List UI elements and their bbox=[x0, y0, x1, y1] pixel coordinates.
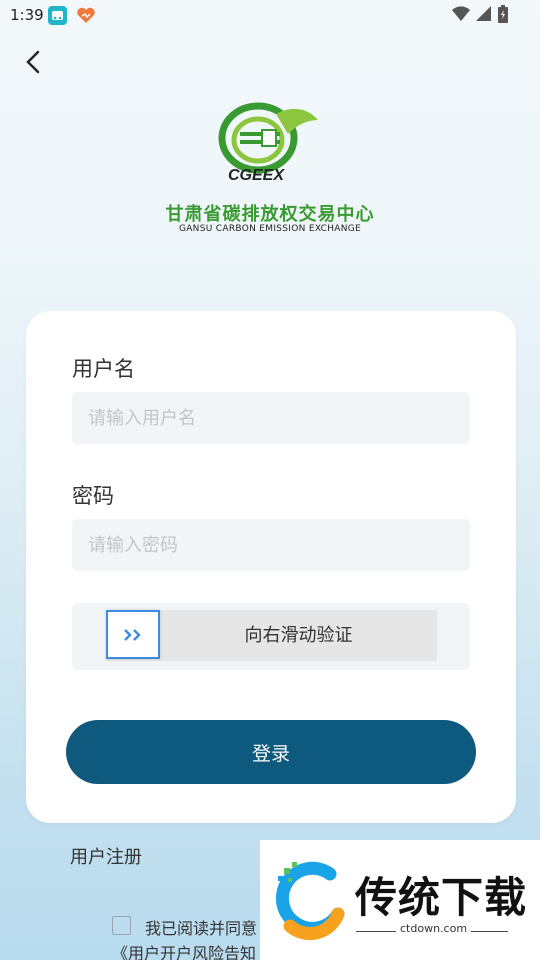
brand-name-cn: 甘肃省碳排放权交易中心 bbox=[165, 204, 375, 225]
logo-text: CGEEX bbox=[228, 167, 285, 184]
slider-track[interactable]: 向右滑动验证 bbox=[106, 610, 437, 661]
username-input[interactable] bbox=[72, 392, 470, 444]
watermark-title: 传统下载 bbox=[355, 873, 528, 922]
slider-verification: 向右滑动验证 bbox=[72, 603, 470, 670]
double-chevron-right-icon bbox=[124, 628, 141, 641]
notification-heart-icon bbox=[76, 7, 96, 24]
back-button[interactable] bbox=[20, 46, 48, 78]
status-indicators bbox=[452, 5, 508, 23]
signal-icon bbox=[476, 6, 491, 21]
slider-handle[interactable] bbox=[106, 610, 160, 659]
username-label: 用户名 bbox=[72, 357, 135, 381]
watermark-overlay: 传统下载 ctdown.com bbox=[260, 840, 540, 960]
chevron-left-icon bbox=[26, 50, 40, 74]
password-label: 密码 bbox=[72, 484, 114, 508]
password-input[interactable] bbox=[72, 519, 470, 571]
agreement-text: 我已阅读并同意 bbox=[145, 919, 258, 938]
cgeex-logo: CGEEX bbox=[210, 98, 330, 188]
notification-app-icon bbox=[48, 6, 67, 25]
status-bar: 1:39 bbox=[0, 0, 540, 32]
slider-text: 向右滑动验证 bbox=[244, 625, 353, 646]
watermark-url: ctdown.com bbox=[396, 922, 472, 935]
wifi-icon bbox=[452, 6, 470, 22]
status-time: 1:39 bbox=[10, 6, 44, 24]
agree-checkbox[interactable] bbox=[112, 916, 131, 935]
battery-icon bbox=[498, 5, 508, 23]
watermark-logo-icon bbox=[268, 856, 356, 944]
register-link[interactable]: 用户注册 bbox=[70, 843, 142, 869]
agreement-doc-link[interactable]: 《用户开户风险告知 bbox=[112, 940, 256, 960]
login-card: 用户名 密码 向右滑动验证 登录 bbox=[26, 311, 516, 823]
brand-name-en: GANSU CARBON EMISSION EXCHANGE bbox=[178, 224, 362, 234]
login-button[interactable]: 登录 bbox=[66, 720, 476, 784]
